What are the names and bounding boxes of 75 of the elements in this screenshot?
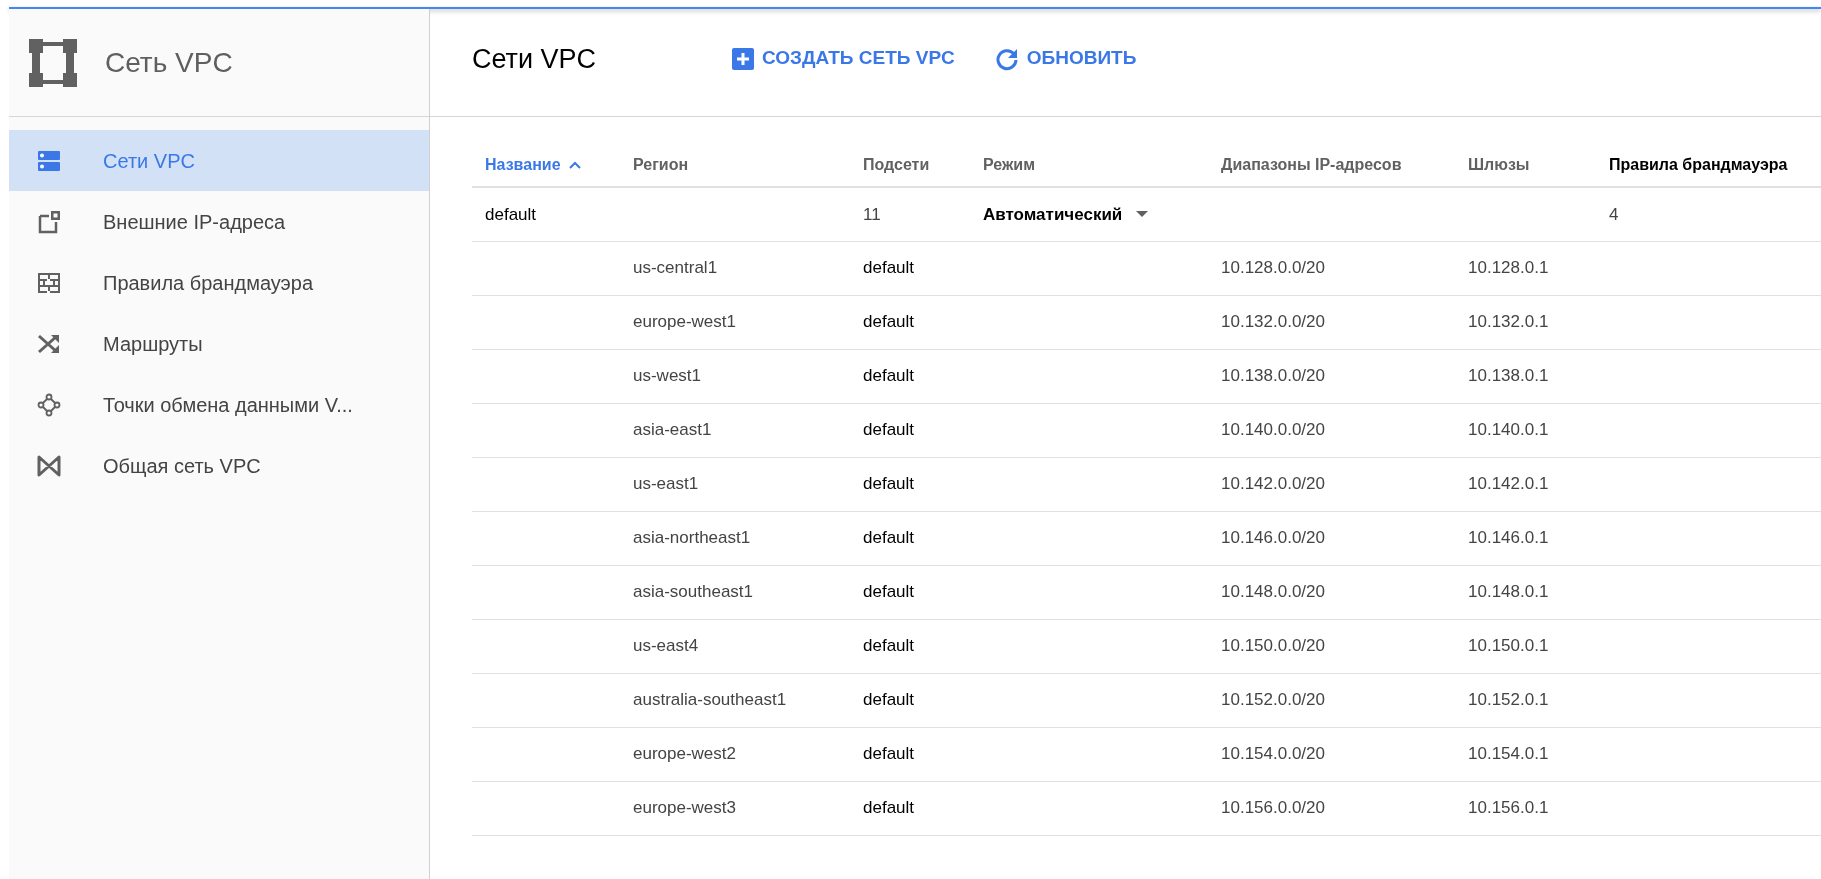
sidebar-item[interactable]: Правила брандмауэра: [9, 252, 429, 313]
column-header[interactable]: Регион: [633, 152, 689, 177]
sidebar-item[interactable]: Внешние IP-адреса: [9, 191, 429, 252]
table-cell: us-west1: [633, 366, 702, 386]
column-header[interactable]: Диапазоны IP-адресов: [1221, 152, 1402, 177]
table-cell: default: [863, 798, 915, 818]
table-cell: default: [863, 258, 915, 278]
table-cell: europe-west3: [633, 798, 736, 818]
table-cell: default: [863, 312, 915, 332]
table-cell: default: [863, 636, 915, 656]
table-cell: 10.156.0.1: [1468, 798, 1549, 818]
external-address-icon: [37, 209, 61, 234]
table-cell: 10.150.0.1: [1468, 636, 1549, 656]
node-graph-icon: [37, 392, 61, 417]
page-title: Сети VPC: [472, 43, 598, 77]
table-cell: 10.154.0.1: [1468, 744, 1549, 764]
create-button[interactable]: СОЗДАТЬ СЕТЬ VPC: [732, 44, 955, 73]
table-cell: us-east4: [633, 636, 699, 656]
sidebar-item[interactable]: Сети VPC: [9, 130, 429, 191]
refresh-icon: [994, 46, 1019, 71]
table-cell: 10.138.0.1: [1468, 366, 1549, 386]
table-cell: 10.154.0.0/20: [1221, 744, 1325, 764]
sidebar-item[interactable]: Маршруты: [9, 313, 429, 374]
refresh-button[interactable]: ОБНОВИТЬ: [994, 44, 1137, 73]
product-title: Сеть VPC: [105, 45, 233, 80]
table-cell: 10.146.0.0/20: [1221, 528, 1325, 548]
table-cell: 10.140.0.0/20: [1221, 420, 1325, 440]
sidebar-item[interactable]: Общая сеть VPC: [9, 435, 429, 496]
table-cell: 10.142.0.0/20: [1221, 474, 1325, 494]
table-cell: 10.152.0.1: [1468, 690, 1549, 710]
server-list-icon: [37, 148, 61, 173]
network-logo-icon: [29, 38, 77, 87]
column-header[interactable]: Режим: [983, 152, 1035, 177]
table-cell: us-central1: [633, 258, 718, 278]
sort-ascending-icon: [568, 160, 581, 169]
table-cell: 10.142.0.1: [1468, 474, 1549, 494]
table-cell: 10.156.0.0/20: [1221, 798, 1325, 818]
table-cell: default: [863, 690, 915, 710]
table-cell: 10.146.0.1: [1468, 528, 1549, 548]
table-cell: europe-west1: [633, 312, 736, 332]
table-cell: default: [863, 582, 915, 602]
table-cell: default: [863, 744, 915, 764]
table-cell: us-east1: [633, 474, 699, 494]
column-header[interactable]: Шлюзы: [1468, 152, 1530, 177]
table-cell: default: [863, 474, 915, 494]
table-cell: 10.152.0.0/20: [1221, 690, 1325, 710]
table-cell: 10.128.0.1: [1468, 258, 1549, 278]
mode-dropdown[interactable]: Автоматический: [983, 201, 1149, 227]
table-cell: default: [485, 204, 537, 224]
bowtie-icon: [37, 453, 61, 478]
table-cell: 4: [1609, 204, 1619, 224]
table-cell: 10.132.0.0/20: [1221, 312, 1325, 332]
add-icon: [732, 47, 754, 70]
dropdown-caret-icon: [1136, 211, 1149, 218]
sidebar-item[interactable]: Точки обмена данными V...: [9, 374, 429, 435]
table-cell: 10.138.0.0/20: [1221, 366, 1325, 386]
column-header[interactable]: Подсети: [863, 152, 930, 177]
table-cell: 10.132.0.1: [1468, 312, 1549, 332]
table-cell: 10.150.0.0/20: [1221, 636, 1325, 656]
table-cell: default: [863, 420, 915, 440]
table-cell: 10.148.0.0/20: [1221, 582, 1325, 602]
column-header[interactable]: Правила брандмауэра: [1609, 152, 1788, 177]
column-header[interactable]: Название: [485, 152, 581, 177]
table-cell: europe-west2: [633, 744, 736, 764]
table-cell: asia-southeast1: [633, 582, 754, 602]
table-cell: australia-southeast1: [633, 690, 787, 710]
table-cell: asia-northeast1: [633, 528, 751, 548]
table-cell: default: [863, 528, 915, 548]
table-cell: default: [863, 366, 915, 386]
table-cell: 10.140.0.1: [1468, 420, 1549, 440]
table-cell: asia-east1: [633, 420, 712, 440]
brick-wall-icon: [37, 270, 61, 295]
table-cell: 11: [863, 204, 881, 224]
table-cell: 10.148.0.1: [1468, 582, 1549, 602]
table-cell: 10.128.0.0/20: [1221, 258, 1325, 278]
